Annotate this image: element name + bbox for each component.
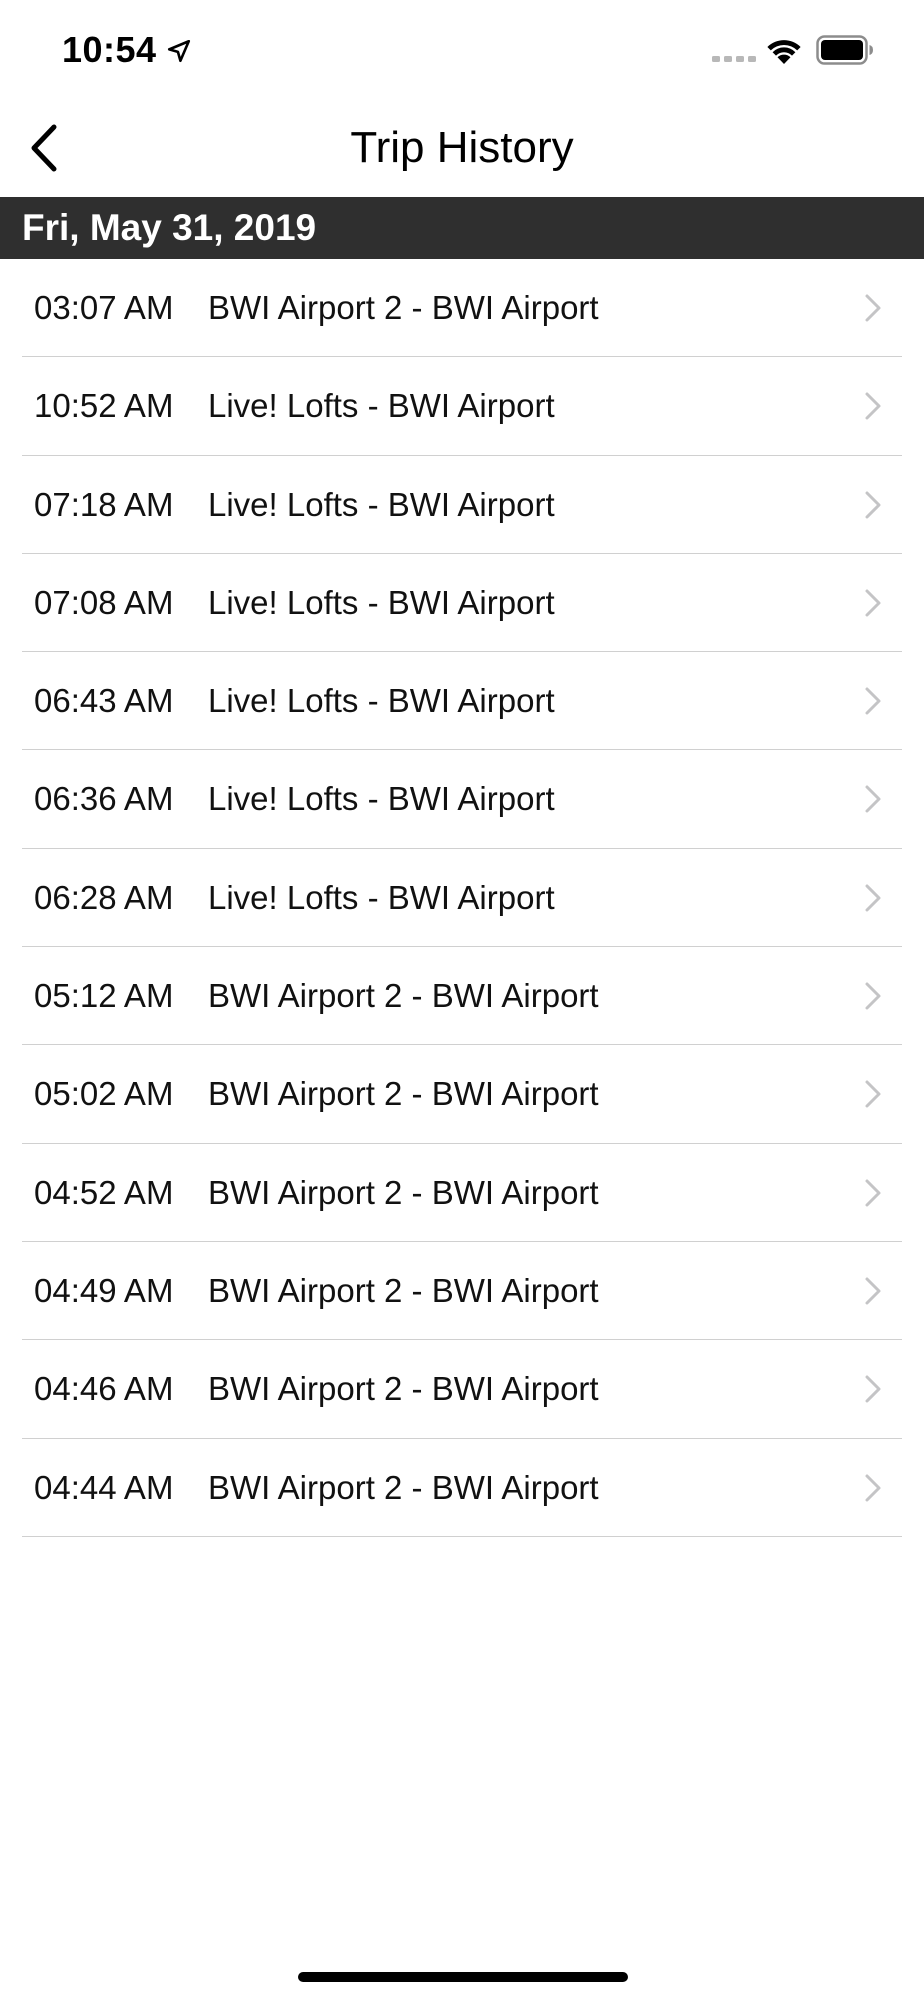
wifi-icon — [767, 40, 801, 64]
location-arrow-icon — [167, 39, 191, 63]
trip-route: Live! Lofts - BWI Airport — [208, 485, 555, 523]
trip-row[interactable]: 06:36 AM Live! Lofts - BWI Airport — [0, 750, 924, 850]
section-date-label: Fri, May 31, 2019 — [22, 207, 317, 248]
chevron-right-icon — [865, 491, 881, 519]
trip-history-screen: 10:54 Trip History Fri, May 31, 2019 03:… — [0, 0, 924, 2000]
trip-time: 10:52 AM — [34, 387, 174, 425]
trip-route: Live! Lofts - BWI Airport — [208, 878, 555, 916]
trip-time: 05:02 AM — [34, 1075, 174, 1113]
trip-route: BWI Airport 2 - BWI Airport — [208, 1468, 599, 1506]
trip-row[interactable]: 06:28 AM Live! Lofts - BWI Airport — [0, 849, 924, 948]
trip-route: Live! Lofts - BWI Airport — [208, 682, 555, 720]
trip-row[interactable]: 10:52 AM Live! Lofts - BWI Airport — [0, 357, 924, 456]
trip-row[interactable]: 04:52 AM BWI Airport 2 - BWI Airport — [0, 1144, 924, 1243]
chevron-right-icon — [865, 982, 881, 1010]
chevron-right-icon — [865, 1474, 881, 1502]
chevron-right-icon — [865, 1277, 881, 1305]
section-header: Fri, May 31, 2019 — [0, 197, 924, 259]
trip-row[interactable]: 04:44 AM BWI Airport 2 - BWI Airport — [0, 1439, 924, 1538]
chevron-right-icon — [865, 589, 881, 617]
status-bar: 10:54 — [0, 0, 924, 100]
chevron-right-icon — [865, 687, 881, 715]
trip-route: BWI Airport 2 - BWI Airport — [208, 1271, 599, 1309]
trip-route: BWI Airport 2 - BWI Airport — [208, 1075, 599, 1113]
home-indicator[interactable] — [298, 1972, 628, 1982]
chevron-right-icon — [865, 294, 881, 322]
trip-time: 04:46 AM — [34, 1370, 174, 1408]
trip-row[interactable]: 04:46 AM BWI Airport 2 - BWI Airport — [0, 1340, 924, 1439]
trip-route: BWI Airport 2 - BWI Airport — [208, 1370, 599, 1408]
trip-time: 04:44 AM — [34, 1468, 174, 1506]
trip-time: 04:49 AM — [34, 1271, 174, 1309]
trip-time: 06:28 AM — [34, 878, 174, 916]
trip-route: Live! Lofts - BWI Airport — [208, 780, 555, 818]
navigation-bar: Trip History — [0, 100, 924, 196]
trip-row[interactable]: 05:02 AM BWI Airport 2 - BWI Airport — [0, 1045, 924, 1144]
trip-time: 06:43 AM — [34, 682, 174, 720]
trip-time: 07:08 AM — [34, 583, 174, 621]
trip-row[interactable]: 06:43 AM Live! Lofts - BWI Airport — [0, 652, 924, 751]
chevron-right-icon — [865, 1375, 881, 1403]
trip-route: Live! Lofts - BWI Airport — [208, 387, 555, 425]
trip-row[interactable]: 04:49 AM BWI Airport 2 - BWI Airport — [0, 1242, 924, 1341]
battery-icon — [816, 35, 873, 65]
trip-row[interactable]: 03:07 AM BWI Airport 2 - BWI Airport — [0, 259, 924, 358]
signal-icon — [712, 56, 756, 62]
trip-time: 07:18 AM — [34, 485, 174, 523]
trip-route: BWI Airport 2 - BWI Airport — [208, 977, 599, 1015]
trip-row[interactable]: 05:12 AM BWI Airport 2 - BWI Airport — [0, 947, 924, 1046]
chevron-right-icon — [865, 392, 881, 420]
trip-time: 04:52 AM — [34, 1173, 174, 1211]
trip-time: 03:07 AM — [34, 289, 174, 326]
chevron-right-icon — [865, 1080, 881, 1108]
trip-time: 05:12 AM — [34, 977, 174, 1015]
trip-route: BWI Airport 2 - BWI Airport — [208, 1173, 599, 1211]
trip-route: Live! Lofts - BWI Airport — [208, 583, 555, 621]
page-title: Trip History — [350, 123, 574, 172]
trip-time: 06:36 AM — [34, 780, 174, 818]
trip-route: BWI Airport 2 - BWI Airport — [208, 289, 599, 326]
trip-row[interactable]: 07:08 AM Live! Lofts - BWI Airport — [0, 554, 924, 653]
trip-list: 03:07 AM BWI Airport 2 - BWI Airport 10:… — [0, 259, 924, 1538]
trip-row[interactable]: 07:18 AM Live! Lofts - BWI Airport — [0, 456, 924, 555]
chevron-right-icon — [865, 785, 881, 813]
status-time: 10:54 — [62, 29, 157, 70]
chevron-right-icon — [865, 884, 881, 912]
chevron-right-icon — [865, 1179, 881, 1207]
